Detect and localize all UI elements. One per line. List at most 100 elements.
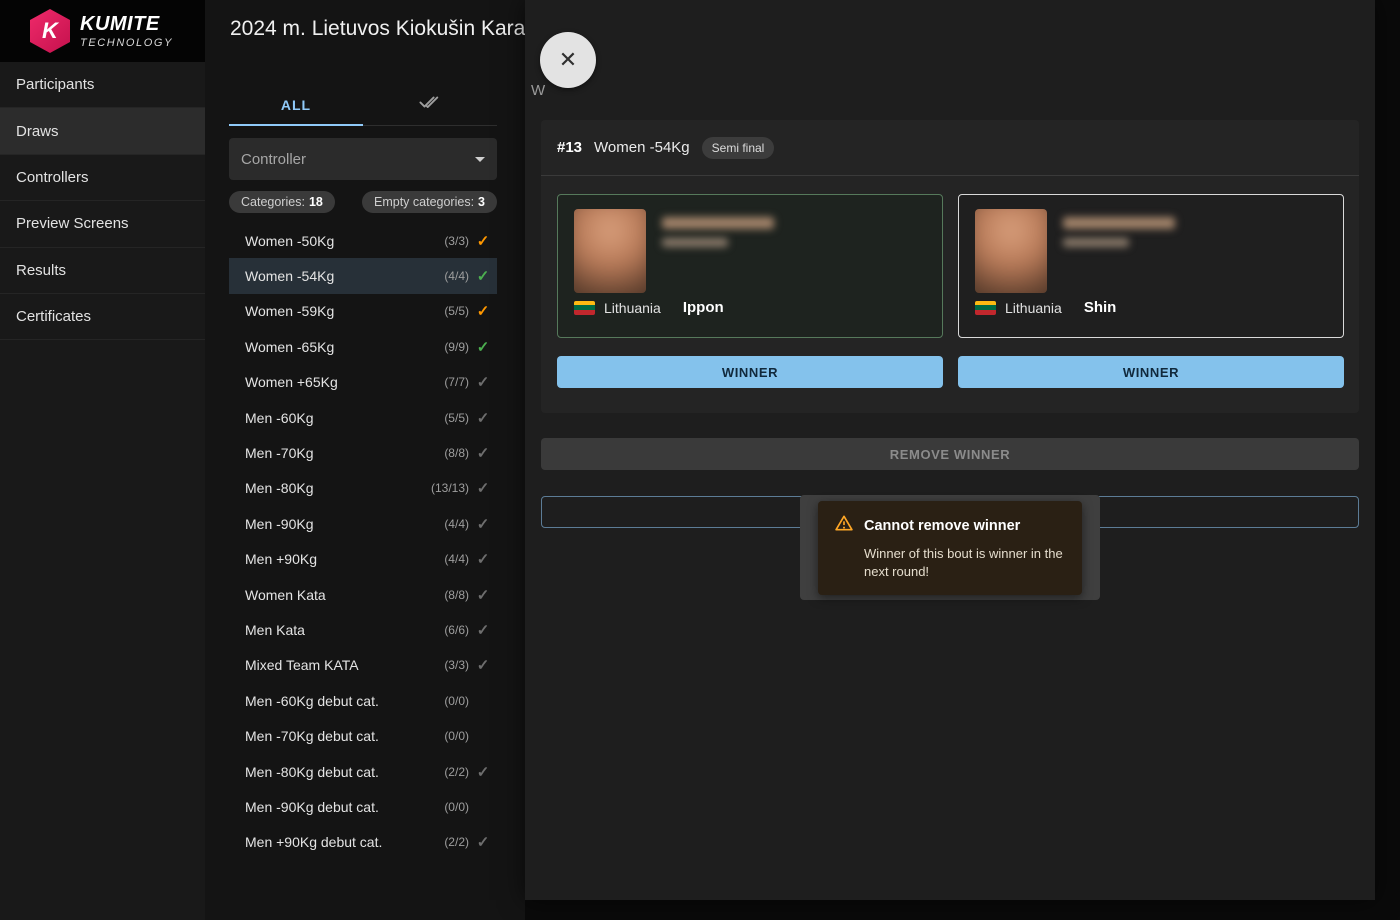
check-icon: ✓ <box>469 656 497 674</box>
category-name: Men -80Kg <box>245 480 423 496</box>
check-icon: ✓ <box>469 833 497 851</box>
lithuania-flag-icon <box>574 301 595 315</box>
tab-all[interactable]: ALL <box>229 84 363 125</box>
redacted-competitor-name <box>662 217 774 229</box>
warning-icon <box>834 513 854 538</box>
category-row[interactable]: Women -59Kg (5/5) ✓ <box>229 294 497 329</box>
check-icon: ✓ <box>469 302 497 320</box>
category-row[interactable]: Women Kata (8/8) ✓ <box>229 577 497 612</box>
sidebar: K KUMITE TECHNOLOGY Participants Draws C… <box>0 0 205 920</box>
competitor-card[interactable]: Lithuania Shin <box>958 194 1344 338</box>
category-row[interactable]: Women -65Kg (9/9) ✓ <box>229 329 497 364</box>
category-count: (4/4) <box>423 269 469 283</box>
category-name: Women -65Kg <box>245 339 423 355</box>
category-list: Women -50Kg (3/3) ✓ Women -54Kg (4/4) ✓ … <box>229 223 497 860</box>
category-name: Women -59Kg <box>245 303 423 319</box>
check-icon: ✓ <box>469 338 497 356</box>
tab-all-label: ALL <box>281 97 311 113</box>
category-count: (0/0) <box>423 694 469 708</box>
category-row[interactable]: Men +90Kg (4/4) ✓ <box>229 542 497 577</box>
tab-completed[interactable] <box>363 84 497 125</box>
bout-result: Shin <box>1084 299 1117 316</box>
summary-chips: Categories: 18 Empty categories: 3 <box>229 191 497 213</box>
category-row[interactable]: Men -80Kg (13/13) ✓ <box>229 471 497 506</box>
sidebar-item-label: Certificates <box>16 308 91 325</box>
brand-tagline: TECHNOLOGY <box>80 38 173 49</box>
check-icon: ✓ <box>469 621 497 639</box>
remove-winner-button[interactable]: REMOVE WINNER <box>541 438 1359 470</box>
category-count: (4/4) <box>423 517 469 531</box>
clipped-underlying-text: W <box>531 82 545 99</box>
category-tabs: ALL <box>229 84 497 126</box>
category-name: Women Kata <box>245 587 423 603</box>
bout-category: Women -54Kg <box>594 139 690 156</box>
chip-label: Categories: <box>241 195 305 209</box>
category-row[interactable]: Men -90Kg debut cat. (0/0) <box>229 789 497 824</box>
redacted-competitor-detail <box>1063 238 1129 247</box>
done-all-icon <box>419 91 441 118</box>
category-name: Men +90Kg debut cat. <box>245 834 423 850</box>
category-count: (0/0) <box>423 800 469 814</box>
category-count: (8/8) <box>423 588 469 602</box>
category-row[interactable]: Mixed Team KATA (3/3) ✓ <box>229 648 497 683</box>
sidebar-item-preview-screens[interactable]: Preview Screens <box>0 201 205 247</box>
category-count: (5/5) <box>423 304 469 318</box>
sidebar-item-participants[interactable]: Participants <box>0 62 205 108</box>
category-row[interactable]: Men -80Kg debut cat. (2/2) ✓ <box>229 754 497 789</box>
category-row[interactable]: Men -70Kg (8/8) ✓ <box>229 435 497 470</box>
category-row[interactable]: Men -60Kg debut cat. (0/0) <box>229 683 497 718</box>
sidebar-item-certificates[interactable]: Certificates <box>0 294 205 340</box>
category-name: Men -90Kg debut cat. <box>245 799 423 815</box>
competitor-country: Lithuania <box>604 300 661 316</box>
category-count: (7/7) <box>423 375 469 389</box>
category-name: Mixed Team KATA <box>245 657 423 673</box>
bout-result: Ippon <box>683 299 724 316</box>
sidebar-item-label: Results <box>16 262 66 279</box>
check-icon: ✓ <box>469 479 497 497</box>
close-button[interactable]: ✕ <box>540 32 596 88</box>
category-name: Men -70Kg <box>245 445 423 461</box>
sidebar-item-draws[interactable]: Draws <box>0 108 205 154</box>
winner-button-left[interactable]: WINNER <box>557 356 943 388</box>
close-icon: ✕ <box>559 49 577 71</box>
category-name: Men -70Kg debut cat. <box>245 728 423 744</box>
competitor-photo <box>975 209 1047 293</box>
category-name: Women -54Kg <box>245 268 423 284</box>
category-row[interactable]: Women +65Kg (7/7) ✓ <box>229 365 497 400</box>
category-panel: ALL Controller Categories: 18 Empty cate… <box>229 84 497 860</box>
tooltip-title: Cannot remove winner <box>864 518 1020 534</box>
check-icon: ✓ <box>469 515 497 533</box>
competitor-country: Lithuania <box>1005 300 1062 316</box>
controller-select-label: Controller <box>241 151 475 168</box>
category-count: (9/9) <box>423 340 469 354</box>
redacted-competitor-detail <box>662 238 728 247</box>
brand-name: KUMITE <box>80 14 173 34</box>
category-count: (8/8) <box>423 446 469 460</box>
check-icon: ✓ <box>469 586 497 604</box>
tooltip-body: Winner of this bout is winner in the nex… <box>864 545 1064 581</box>
category-count: (0/0) <box>423 729 469 743</box>
bout-header: #13 Women -54Kg Semi final <box>541 120 1359 176</box>
category-row[interactable]: Women -54Kg (4/4) ✓ <box>229 258 497 293</box>
category-row[interactable]: Men Kata (6/6) ✓ <box>229 612 497 647</box>
competitor-card-winner[interactable]: Lithuania Ippon <box>557 194 943 338</box>
round-badge: Semi final <box>702 137 775 159</box>
controller-select[interactable]: Controller <box>229 138 497 180</box>
category-row[interactable]: Men -70Kg debut cat. (0/0) <box>229 718 497 753</box>
winner-button-right[interactable]: WINNER <box>958 356 1344 388</box>
chip-value: 3 <box>478 195 485 209</box>
empty-categories-chip: Empty categories: 3 <box>362 191 497 213</box>
category-row[interactable]: Men -60Kg (5/5) ✓ <box>229 400 497 435</box>
check-icon: ✓ <box>469 763 497 781</box>
category-row[interactable]: Men -90Kg (4/4) ✓ <box>229 506 497 541</box>
category-row[interactable]: Women -50Kg (3/3) ✓ <box>229 223 497 258</box>
category-name: Men -80Kg debut cat. <box>245 764 423 780</box>
sidebar-item-label: Draws <box>16 123 59 140</box>
category-count: (2/2) <box>423 835 469 849</box>
category-name: Men -60Kg <box>245 410 423 426</box>
sidebar-item-controllers[interactable]: Controllers <box>0 155 205 201</box>
sidebar-item-results[interactable]: Results <box>0 248 205 294</box>
page-title: 2024 m. Lietuvos Kiokušin Kara <box>230 17 525 41</box>
category-count: (13/13) <box>423 481 469 495</box>
category-row[interactable]: Men +90Kg debut cat. (2/2) ✓ <box>229 825 497 860</box>
